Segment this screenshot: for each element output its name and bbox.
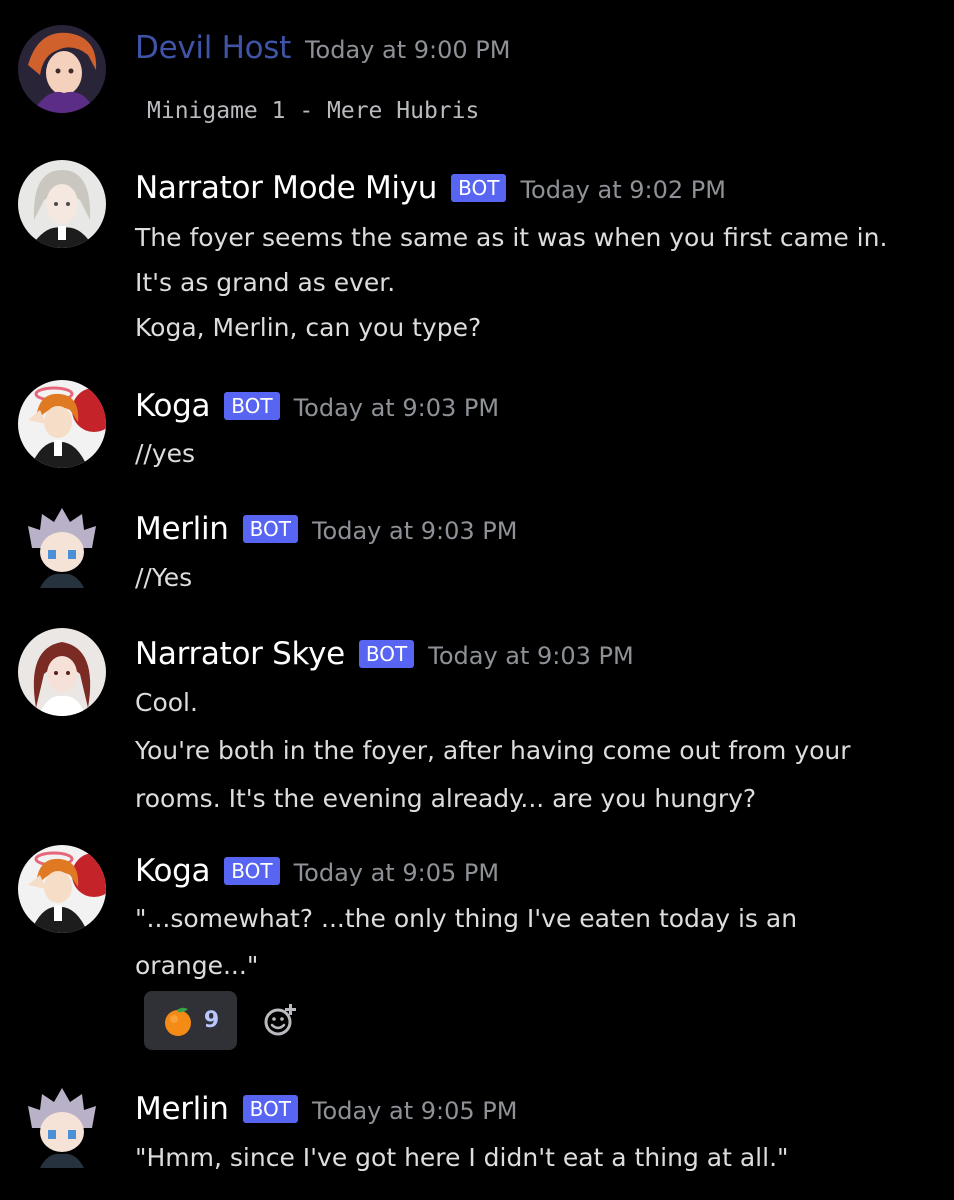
timestamp: Today at 9:03 PM <box>311 517 518 545</box>
message-header: Merlin BOT Today at 9:05 PM <box>135 1091 517 1127</box>
message-text: orange..." <box>135 951 259 980</box>
author-name[interactable]: Merlin <box>135 511 229 547</box>
bot-badge: BOT <box>242 515 298 543</box>
reaction-count: 9 <box>203 1008 220 1033</box>
message-text: It's as grand as ever. <box>135 268 396 297</box>
avatar-narrator-skye[interactable] <box>18 628 106 716</box>
message-text: //yes <box>135 439 196 468</box>
author-name[interactable]: Koga <box>135 853 211 889</box>
avatar-koga[interactable] <box>18 380 106 468</box>
avatar-devil-host[interactable] <box>18 25 106 113</box>
message-text: "Hmm, since I've got here I didn't eat a… <box>135 1143 789 1172</box>
message-header: Koga BOT Today at 9:05 PM <box>135 853 499 889</box>
avatar-image <box>18 845 106 933</box>
avatar-image <box>18 380 106 468</box>
message-text: rooms. It's the evening already... are y… <box>135 784 757 813</box>
message-header: Narrator Mode Miyu BOT Today at 9:02 PM <box>135 170 726 206</box>
bot-badge: BOT <box>242 1095 298 1123</box>
avatar-koga[interactable] <box>18 845 106 933</box>
add-reaction-icon[interactable] <box>262 1002 298 1038</box>
author-name[interactable]: Koga <box>135 388 211 424</box>
message-text: You're both in the foyer, after having c… <box>135 736 851 765</box>
author-name[interactable]: Narrator Mode Miyu <box>135 170 437 206</box>
avatar-image <box>18 160 106 248</box>
timestamp: Today at 9:03 PM <box>428 642 634 670</box>
author-name[interactable]: Narrator Skye <box>135 636 345 672</box>
timestamp: Today at 9:05 PM <box>293 859 500 887</box>
timestamp: Today at 9:03 PM <box>293 394 500 422</box>
timestamp: Today at 9:02 PM <box>520 176 726 204</box>
timestamp: Today at 9:00 PM <box>304 36 511 64</box>
message-text: Minigame 1 - Mere Hubris <box>147 98 480 124</box>
message-text: Koga, Merlin, can you type? <box>135 313 482 342</box>
message-text: "...somewhat? ...the only thing I've eat… <box>135 904 798 933</box>
bot-badge: BOT <box>451 174 507 202</box>
avatar-merlin[interactable] <box>18 500 106 588</box>
orange-emoji-icon <box>164 1007 191 1036</box>
avatar-merlin[interactable] <box>18 1080 106 1168</box>
bot-badge: BOT <box>224 392 280 420</box>
message-text: The foyer seems the same as it was when … <box>135 223 888 252</box>
avatar-image <box>18 628 106 716</box>
author-name[interactable]: Devil Host <box>135 30 291 66</box>
message-header: Narrator Skye BOT Today at 9:03 PM <box>135 636 634 672</box>
avatar-image <box>18 25 106 113</box>
message-text: Cool. <box>135 688 198 717</box>
timestamp: Today at 9:05 PM <box>311 1097 518 1125</box>
avatar-image <box>18 500 106 588</box>
reaction-orange[interactable]: 9 <box>144 991 237 1050</box>
message-header: Merlin BOT Today at 9:03 PM <box>135 511 517 547</box>
message-text: //Yes <box>135 563 193 592</box>
author-name[interactable]: Merlin <box>135 1091 229 1127</box>
avatar-narrator-miyu[interactable] <box>18 160 106 248</box>
message-header: Koga BOT Today at 9:03 PM <box>135 388 499 424</box>
message-header: Devil Host Today at 9:00 PM <box>135 30 510 66</box>
avatar-image <box>18 1080 106 1168</box>
bot-badge: BOT <box>224 857 280 885</box>
bot-badge: BOT <box>358 640 415 668</box>
